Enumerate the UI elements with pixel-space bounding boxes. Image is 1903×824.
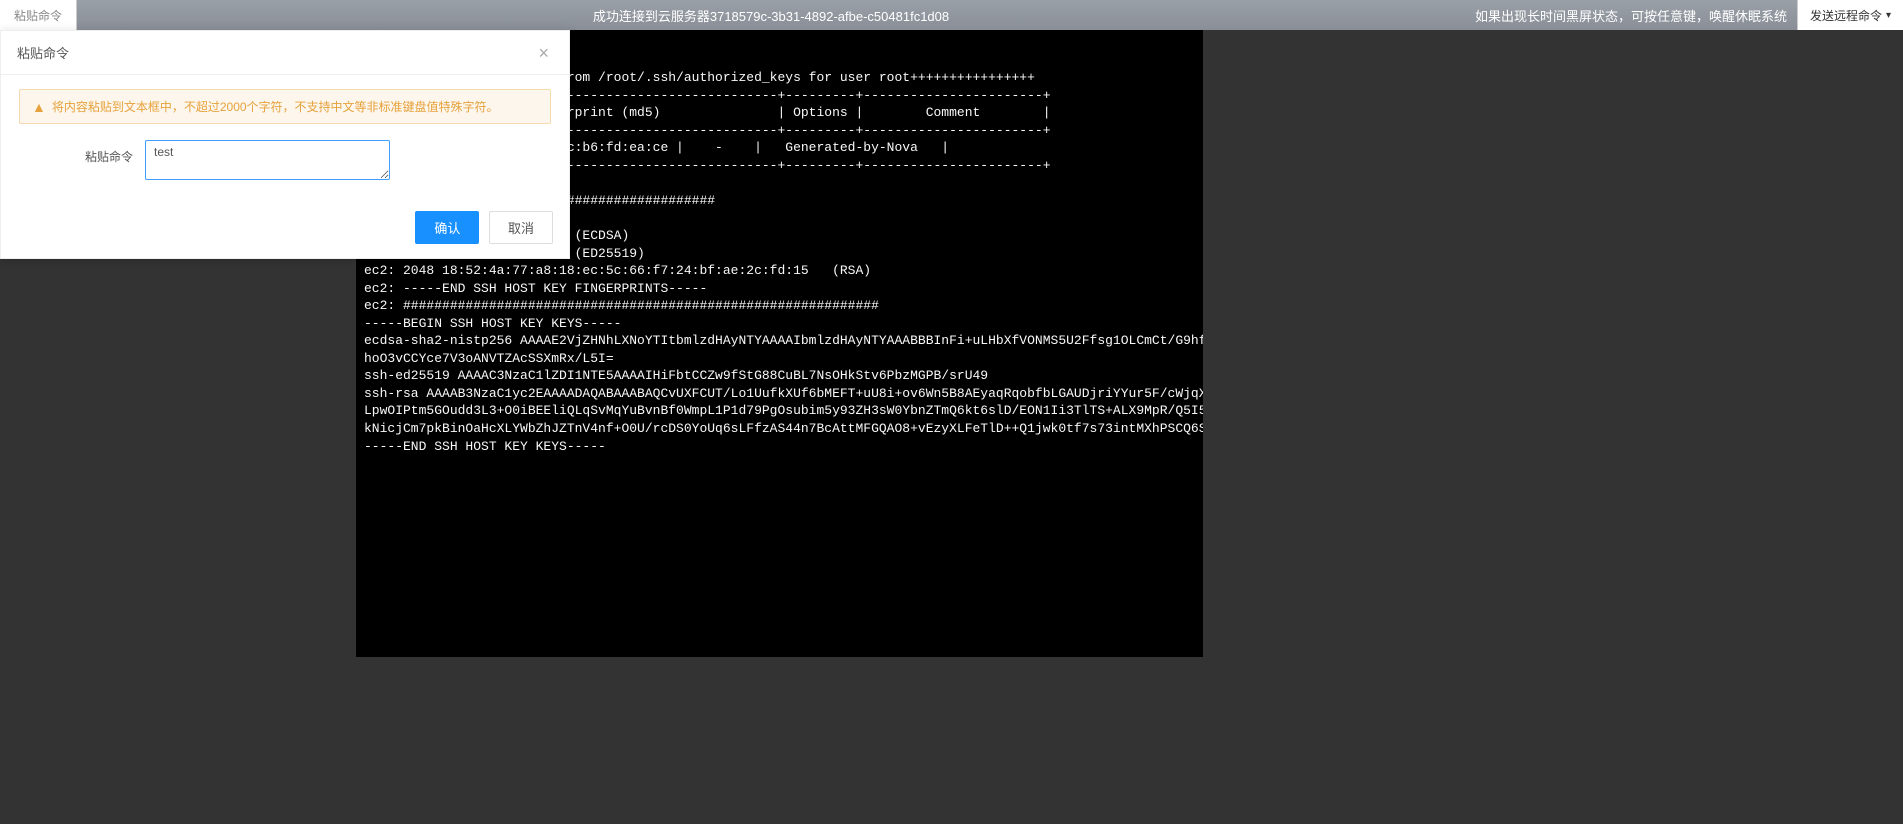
paste-field-label: 粘贴命令 <box>19 140 145 165</box>
dialog-header: 粘贴命令 × <box>1 31 569 75</box>
dialog-footer: 确认 取消 <box>1 201 569 258</box>
cancel-button[interactable]: 取消 <box>489 211 553 244</box>
paste-command-dialog: 粘贴命令 × ▲ 将内容粘贴到文本框中，不超过2000个字符，不支持中文等非标准… <box>0 30 570 259</box>
black-screen-hint: 如果出现长时间黑屏状态，可按任意键，唤醒休眠系统 <box>1465 0 1797 30</box>
form-row-paste: 粘贴命令 <box>19 140 551 183</box>
close-icon: × <box>538 43 549 63</box>
dialog-body: ▲ 将内容粘贴到文本框中，不超过2000个字符，不支持中文等非标准键盘值特殊字符… <box>1 75 569 201</box>
alert-warning: ▲ 将内容粘贴到文本框中，不超过2000个字符，不支持中文等非标准键盘值特殊字符… <box>19 89 551 124</box>
alert-text: 将内容粘贴到文本框中，不超过2000个字符，不支持中文等非标准键盘值特殊字符。 <box>52 98 499 115</box>
confirm-button[interactable]: 确认 <box>415 211 479 244</box>
toolbar-spacer <box>961 0 1465 30</box>
paste-field-control <box>145 140 390 183</box>
connection-status: 成功连接到云服务器3718579c-3b31-4892-afbe-c50481f… <box>581 0 961 30</box>
content-area: an x86_64 +++++++++Authorized keys from … <box>0 30 1903 824</box>
toolbar-spacer <box>77 0 581 30</box>
caret-down-icon: ▾ <box>1886 10 1891 21</box>
warning-icon: ▲ <box>32 99 46 115</box>
top-tab-paste[interactable]: 粘贴命令 <box>0 0 77 30</box>
dialog-title: 粘贴命令 <box>17 43 69 62</box>
send-remote-command-label: 发送远程命令 <box>1810 7 1882 24</box>
paste-command-textarea[interactable] <box>145 140 390 180</box>
send-remote-command-button[interactable]: 发送远程命令 ▾ <box>1797 0 1903 30</box>
dialog-close-button[interactable]: × <box>534 44 553 62</box>
top-toolbar: 粘贴命令 成功连接到云服务器3718579c-3b31-4892-afbe-c5… <box>0 0 1903 30</box>
